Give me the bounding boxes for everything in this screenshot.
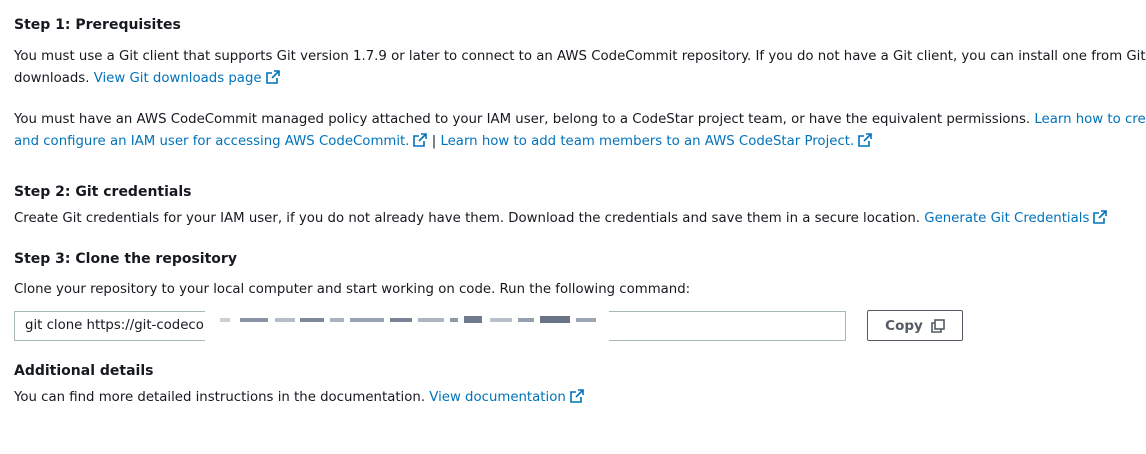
step3-text: Clone your repository to your local comp… [14,282,691,297]
additional-details-paragraph: You can find more detailed instructions … [14,387,584,409]
view-git-downloads-link[interactable]: View Git downloads page [94,70,280,86]
learn-iam-user-link-part1[interactable]: Learn how to create [1034,112,1146,127]
step1-paragraph2-line2: and configure an IAM user for accessing … [14,131,873,153]
learn-iam-user-link[interactable]: and configure an IAM user for accessing … [14,133,428,149]
generate-git-credentials-link[interactable]: Generate Git Credentials [924,210,1108,226]
copy-button[interactable]: Copy [867,310,963,341]
step2-text: Create Git credentials for your IAM user… [14,211,921,226]
view-documentation-link[interactable]: View documentation [429,389,584,405]
step1-paragraph1-line2: downloads. View Git downloads page [14,68,280,90]
additional-details-text: You can find more detailed instructions … [14,390,426,405]
step2-heading: Step 2: Git credentials [14,184,192,200]
step1-paragraph2-text: You must have an AWS CodeCommit managed … [14,112,1031,127]
copy-button-label: Copy [885,317,923,334]
learn-add-team-members-link[interactable]: Learn how to add team members to an AWS … [440,133,873,149]
step1-paragraph1-line1: You must use a Git client that supports … [14,49,1146,64]
clone-command-text: git clone https://git-codecom [25,318,217,333]
external-link-icon [569,389,584,403]
external-link-icon [858,133,873,147]
external-link-icon [413,133,428,147]
external-link-icon [1093,210,1108,224]
codecommit-connection-panel: Step 1: Prerequisites You must use a Git… [0,0,1146,454]
additional-details-heading: Additional details [14,363,154,379]
external-link-icon [265,70,280,84]
step1-heading: Step 1: Prerequisites [14,17,181,33]
step2-paragraph: Create Git credentials for your IAM user… [14,208,1108,230]
link-separator: | [431,134,437,149]
copy-icon [931,318,945,333]
step1-paragraph1-text: downloads. [14,71,90,86]
step3-heading: Step 3: Clone the repository [14,251,237,267]
step1-paragraph2-line1: You must have an AWS CodeCommit managed … [14,109,1146,131]
